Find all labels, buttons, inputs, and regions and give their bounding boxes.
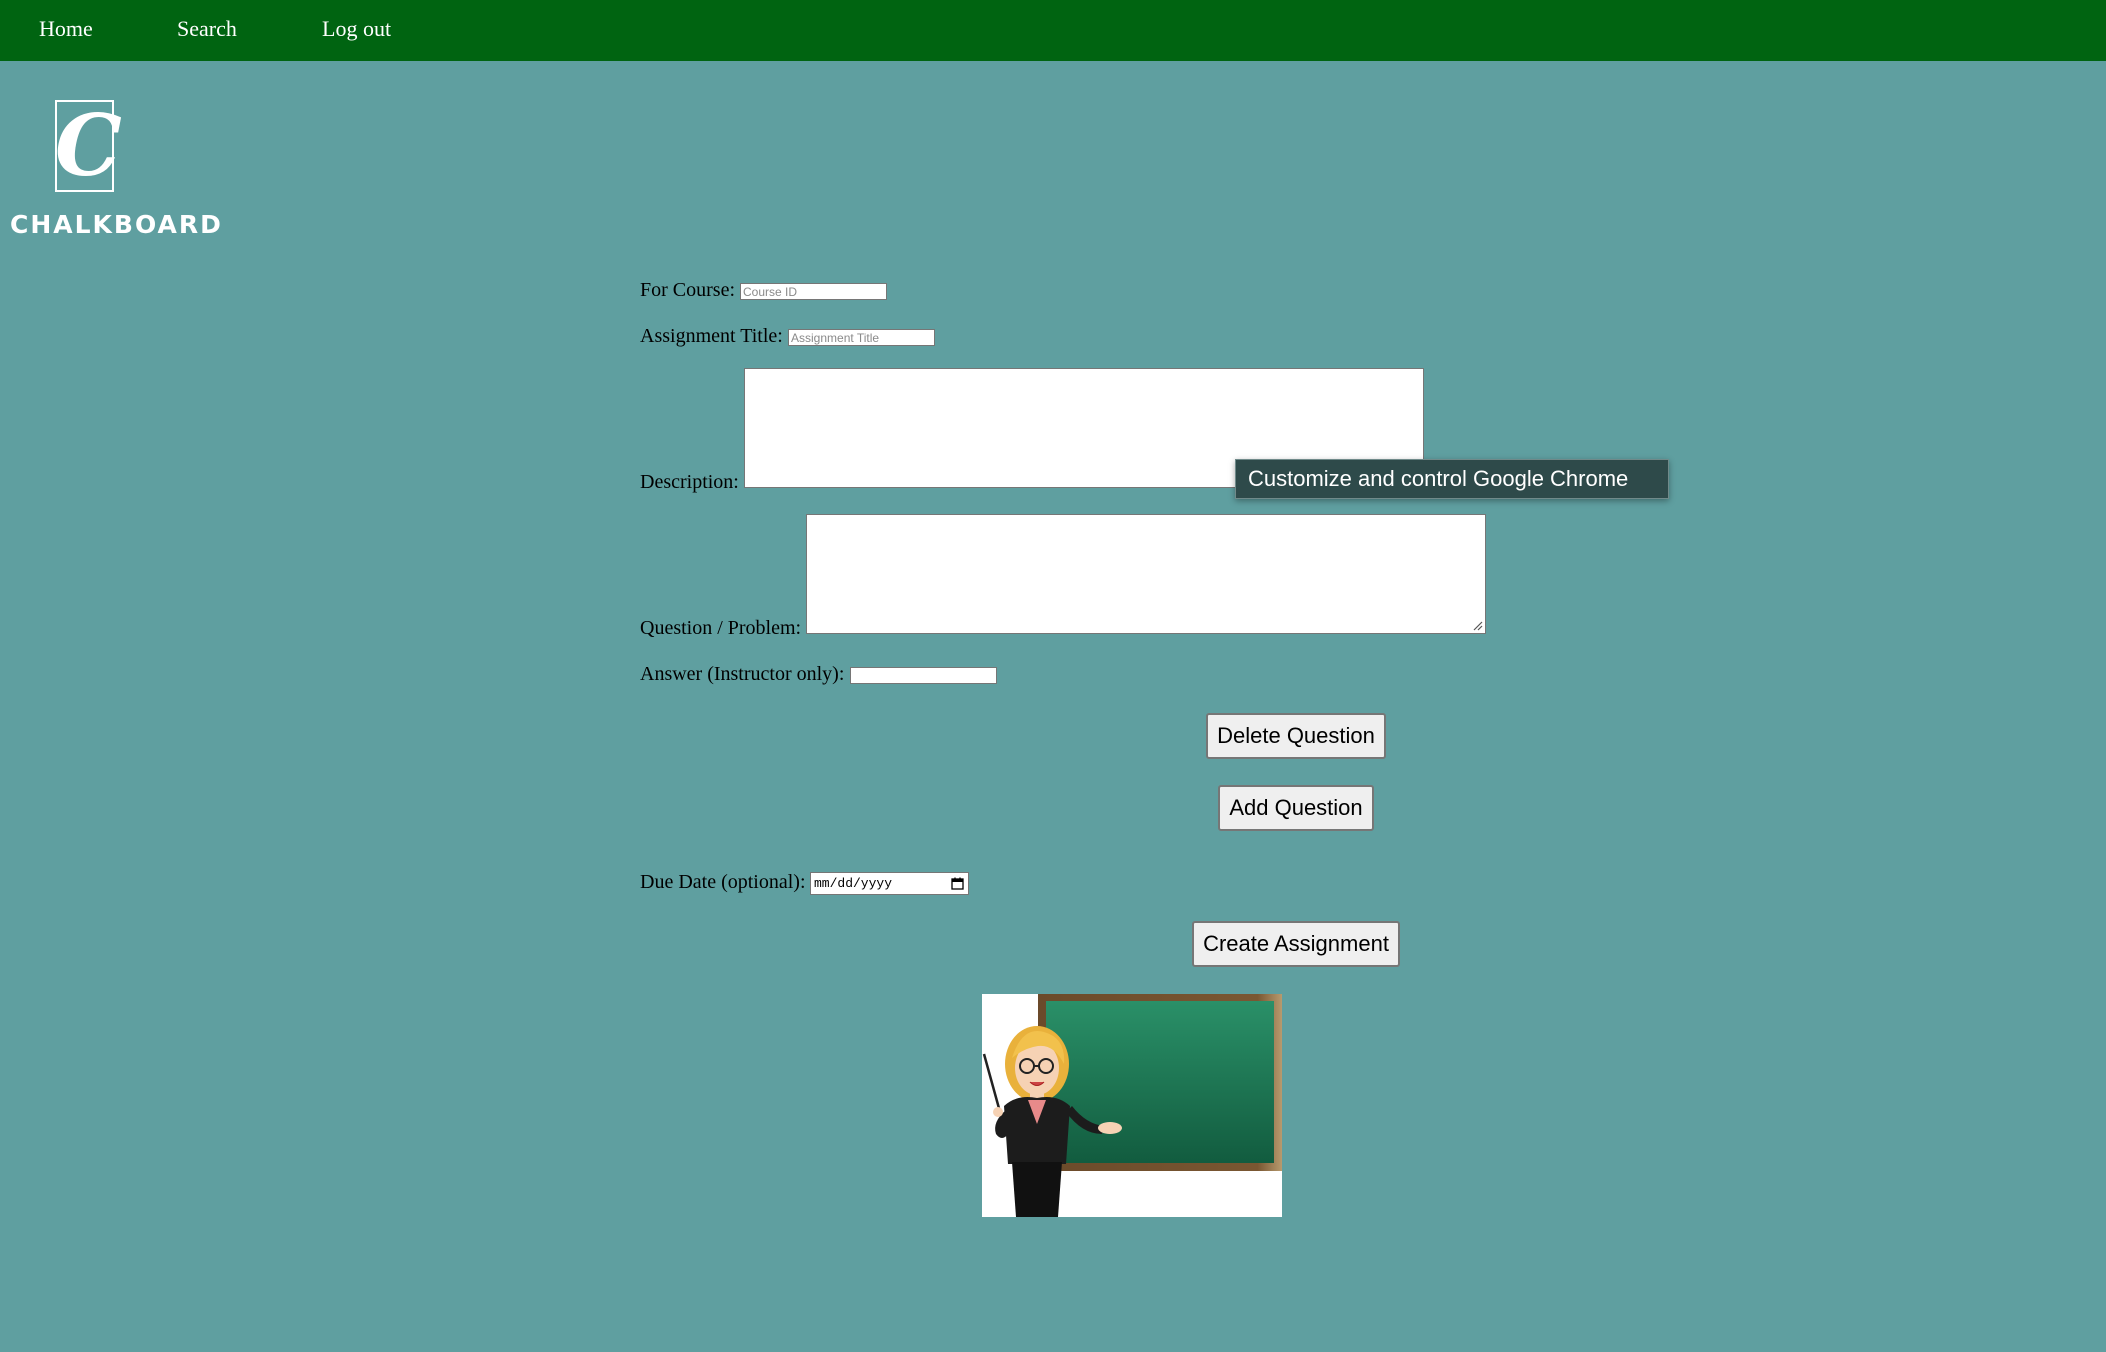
delete-question-button[interactable]: Delete Question <box>1206 713 1386 759</box>
answer-label: Answer (Instructor only): <box>640 663 845 685</box>
course-label: For Course: <box>640 279 735 301</box>
assignment-title-input[interactable] <box>788 329 935 346</box>
logo-letter: C <box>55 96 122 195</box>
teacher-chalkboard-illustration <box>982 994 1282 1217</box>
logo-wordmark: CHALKBOARD <box>10 210 223 239</box>
question-textarea[interactable] <box>806 514 1486 634</box>
nav-search-link[interactable]: Search <box>177 14 237 44</box>
due-date-placeholder: mm/dd/yyyy <box>814 876 893 891</box>
add-question-button[interactable]: Add Question <box>1218 785 1374 831</box>
create-assignment-button[interactable]: Create Assignment <box>1192 921 1400 967</box>
nav-logout-link[interactable]: Log out <box>322 14 391 44</box>
due-date-input[interactable]: mm/dd/yyyy <box>810 872 969 895</box>
due-date-label: Due Date (optional): <box>640 871 806 893</box>
answer-input[interactable] <box>850 667 997 684</box>
calendar-icon[interactable] <box>951 877 964 890</box>
question-label: Question / Problem: <box>640 617 802 639</box>
description-label: Description: <box>640 471 739 493</box>
nav-home-link[interactable]: Home <box>39 14 93 44</box>
chalkboard-logo: C CHALKBOARD <box>10 96 223 243</box>
resize-grip-icon[interactable] <box>1471 619 1483 631</box>
course-id-input[interactable] <box>740 283 887 300</box>
chrome-tooltip: Customize and control Google Chrome <box>1235 459 1669 499</box>
top-navbar: Home Search Log out <box>0 0 2106 61</box>
assignment-title-label: Assignment Title: <box>640 325 783 347</box>
